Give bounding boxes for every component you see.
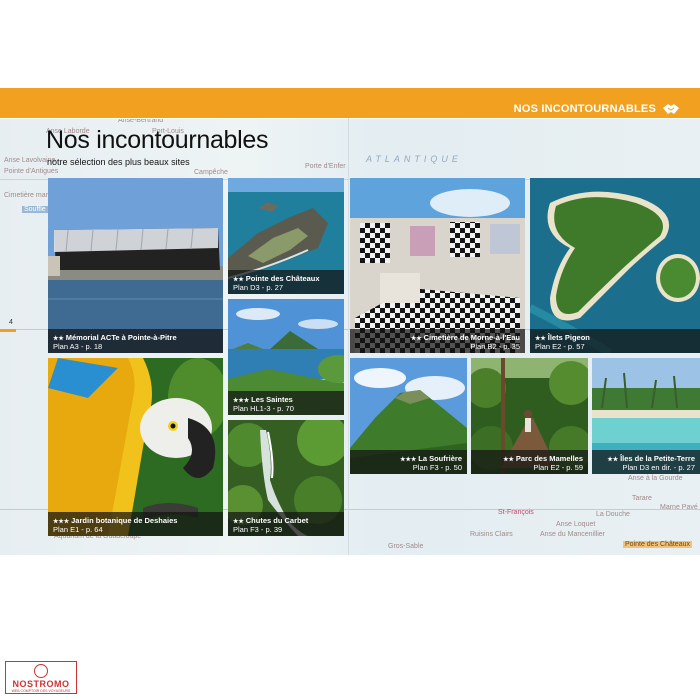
site-ref: Plan B2 - p. 35: [470, 342, 520, 351]
star-rating: ★★: [607, 457, 619, 463]
header-rule: [0, 118, 700, 119]
map-label: Tarare: [632, 495, 652, 502]
site-caption: ★★ Pointe des Châteaux Plan D3 - p. 27: [228, 270, 344, 294]
section-label: NOS INCONTOURNABLES: [513, 103, 656, 115]
page-subtitle: notre sélection des plus beaux sites: [47, 157, 190, 167]
site-name: Parc des Mamelles: [515, 454, 583, 463]
site-card-parc-des-mamelles[interactable]: ★★ Parc des Mamelles Plan E2 - p. 59: [471, 358, 588, 474]
site-card-pointe-des-chateaux[interactable]: ★★ Pointe des Châteaux Plan D3 - p. 27: [228, 178, 344, 294]
page-marker: [0, 329, 16, 332]
site-name: La Soufrière: [418, 454, 462, 463]
site-ref: Plan D3 en dir. - p. 27: [622, 463, 695, 472]
map-label: Ruisins Clairs: [470, 531, 513, 538]
star-rating: ★★: [410, 336, 422, 342]
map-label: Pointe d'Antigues: [4, 168, 59, 175]
site-name: Jardin botanique de Deshaies: [71, 516, 178, 525]
page-gutter: [348, 118, 349, 555]
star-rating: ★★: [503, 457, 514, 463]
map-label: Gros-Sable: [388, 543, 424, 550]
page-title: Nos incontournables: [46, 126, 269, 154]
site-caption: ★★ Îlets Pigeon Plan E2 - p. 57: [530, 329, 700, 353]
site-ref: Plan HL1-3 - p. 70: [233, 404, 294, 413]
site-caption: ★★ Chutes du Carbet Plan F3 - p. 39: [228, 512, 344, 536]
ocean-label: ATLANTIQUE: [366, 154, 462, 164]
site-card-chutes-du-carbet[interactable]: ★★ Chutes du Carbet Plan F3 - p. 39: [228, 420, 344, 536]
site-caption: ★★ Îles de la Petite-Terre Plan D3 en dir…: [592, 450, 700, 474]
map-label: Anse du Mancenillier: [540, 531, 605, 538]
map-label: Anse à la Gourde: [628, 475, 683, 482]
page-number: 4: [9, 319, 13, 326]
site-caption: ★★ Cimetière de Morne-à-l'Eau Plan B2 - p…: [350, 329, 525, 353]
memorial-acte-photo: [48, 178, 223, 353]
site-card-iles-de-la-petite-terre[interactable]: ★★ Îles de la Petite-Terre Plan D3 en dir…: [592, 358, 700, 474]
cimetiere-photo: [350, 178, 525, 353]
map-label: Marne Pavé: [660, 504, 698, 511]
map-label: Anse Loquet: [556, 521, 596, 528]
site-card-cimetiere-morne-a-l-eau[interactable]: ★★ Cimetière de Morne-à-l'Eau Plan B2 - p…: [350, 178, 525, 353]
site-card-jardin-botanique-deshaies[interactable]: ★★★ Jardin botanique de Deshaies Plan E1 …: [48, 358, 223, 536]
site-card-memorial-acte[interactable]: ★★ Mémorial ACTe à Pointe-à-Pitre Plan A3…: [48, 178, 223, 353]
site-caption: ★★ Mémorial ACTe à Pointe-à-Pitre Plan A3…: [48, 329, 223, 353]
site-name: Mémorial ACTe à Pointe-à-Pitre: [65, 333, 177, 342]
map-label: St-François: [498, 509, 534, 516]
site-name: Chutes du Carbet: [245, 516, 309, 525]
map-label: La Douche: [596, 511, 630, 518]
site-caption: ★★★ Jardin botanique de Deshaies Plan E1 …: [48, 512, 223, 536]
site-ref: Plan F3 - p. 50: [412, 463, 462, 472]
site-name: Îlets Pigeon: [547, 333, 590, 342]
site-ref: Plan E2 - p. 57: [535, 342, 585, 351]
site-card-ilets-pigeon[interactable]: ★★ Îlets Pigeon Plan E2 - p. 57: [530, 178, 700, 353]
site-caption: ★★★ Les Saintes Plan HL1-3 - p. 70: [228, 391, 344, 415]
nostromo-logo[interactable]: NOSTROMO WEB COMPTOIR DES VOYAGEURS: [5, 661, 77, 694]
site-card-la-soufriere[interactable]: ★★★ La Soufrière Plan F3 - p. 50: [350, 358, 467, 474]
site-ref: Plan E1 - p. 64: [53, 525, 103, 534]
site-ref: Plan E2 - p. 59: [533, 463, 583, 472]
site-ref: Plan F3 - p. 39: [233, 525, 283, 534]
site-name: Pointe des Châteaux: [245, 274, 320, 283]
site-caption: ★★★ La Soufrière Plan F3 - p. 50: [350, 450, 467, 474]
parrot-photo: [48, 358, 223, 536]
map-label: Souffle: [22, 206, 48, 213]
site-name: Îles de la Petite-Terre: [620, 454, 695, 463]
site-name: Les Saintes: [251, 395, 293, 404]
site-name: Cimetière de Morne-à-l'Eau: [423, 333, 520, 342]
ilets-pigeon-photo: [530, 178, 700, 353]
site-caption: ★★ Parc des Mamelles Plan E2 - p. 59: [471, 450, 588, 474]
site-ref: Plan D3 - p. 27: [233, 283, 284, 292]
map-label: Cimetière marin: [4, 192, 54, 199]
map-label: Campêche: [194, 169, 228, 176]
map-label: Pointe des Châteaux: [623, 541, 692, 548]
site-ref: Plan A3 - p. 18: [53, 342, 103, 351]
handshake-icon: [663, 104, 679, 114]
globe-icon: [34, 664, 48, 678]
map-label: Porte d'Enfer: [305, 163, 346, 170]
site-card-les-saintes[interactable]: ★★★ Les Saintes Plan HL1-3 - p. 70: [228, 299, 344, 415]
logo-tagline: WEB COMPTOIR DES VOYAGEURS: [11, 689, 71, 693]
logo-name: NOSTROMO: [12, 679, 70, 689]
